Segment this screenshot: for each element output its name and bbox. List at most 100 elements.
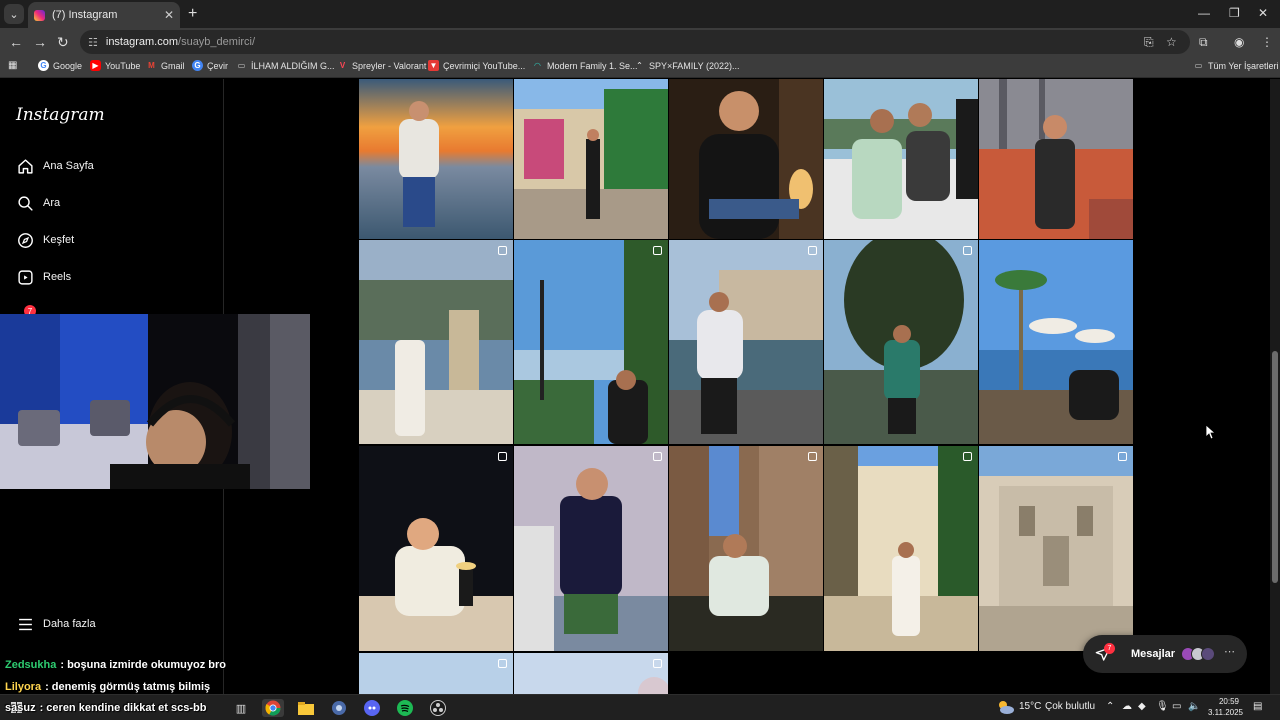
- post-thumbnail[interactable]: [979, 446, 1133, 651]
- clock-date[interactable]: 3.11.2025: [1203, 708, 1243, 717]
- app-icon[interactable]: [328, 699, 350, 717]
- hamburger-menu-icon: [16, 615, 34, 633]
- weather-desc[interactable]: Çok bulutlu: [1045, 701, 1095, 712]
- post-thumbnail[interactable]: [669, 240, 823, 444]
- reels-icon: [16, 268, 34, 286]
- bookmark-folder-ilham[interactable]: ▭ İLHAM ALDIĞIM G...: [236, 60, 335, 71]
- bookmark-translate[interactable]: G Çevir: [192, 60, 228, 71]
- post-thumbnail[interactable]: [514, 653, 668, 694]
- site-info-icon[interactable]: ☷: [88, 36, 98, 49]
- post-thumbnail[interactable]: [514, 446, 668, 651]
- post-thumbnail[interactable]: [824, 240, 978, 444]
- tool-icon: ▼: [428, 60, 439, 71]
- profile-icon[interactable]: ◉: [1234, 35, 1244, 49]
- menu-icon[interactable]: ⋮: [1261, 35, 1273, 49]
- extensions-icon[interactable]: ⧉: [1199, 35, 1208, 50]
- nav-label: Ara: [43, 197, 61, 209]
- nav-home[interactable]: Ana Sayfa: [16, 157, 94, 175]
- post-thumbnail[interactable]: [824, 79, 978, 239]
- carousel-icon: [808, 452, 817, 461]
- avatar: [1201, 647, 1215, 661]
- carousel-icon: [808, 246, 817, 255]
- bookmark-modern-family[interactable]: ◠ Modern Family 1. Se...: [532, 60, 637, 71]
- nav-reels[interactable]: Reels: [16, 268, 71, 286]
- spotify-icon[interactable]: [394, 699, 416, 717]
- volume-icon[interactable]: 🔈: [1188, 701, 1200, 712]
- bookmark-gmail[interactable]: M Gmail: [146, 60, 184, 71]
- tray-expand-icon[interactable]: ⌃: [1106, 701, 1114, 712]
- tray-app-icon[interactable]: ◆: [1138, 701, 1146, 712]
- chat-text: : ceren kendine dikkat et scs-bb: [39, 702, 207, 714]
- post-thumbnail[interactable]: [824, 446, 978, 651]
- reload-icon[interactable]: ↻: [57, 34, 69, 51]
- nav-label: Keşfet: [43, 234, 75, 246]
- task-view-icon[interactable]: ▥: [230, 699, 252, 717]
- weather-icon[interactable]: [996, 699, 1014, 718]
- carousel-icon: [1118, 452, 1127, 461]
- post-thumbnail[interactable]: [359, 653, 513, 694]
- bookmark-star-icon[interactable]: ☆: [1166, 35, 1177, 49]
- carousel-icon: [963, 452, 972, 461]
- search-icon: [16, 194, 34, 212]
- file-explorer-icon[interactable]: [295, 699, 317, 717]
- clock-time[interactable]: 20:59: [1207, 697, 1239, 706]
- discord-icon[interactable]: [361, 699, 383, 717]
- translate-icon: G: [192, 60, 203, 71]
- post-thumbnail[interactable]: [359, 240, 513, 444]
- back-icon[interactable]: ←: [9, 34, 23, 50]
- forward-icon[interactable]: →: [33, 34, 47, 50]
- nav-explore[interactable]: Keşfet: [16, 231, 74, 249]
- post-thumbnail[interactable]: [979, 240, 1133, 444]
- weather-temp[interactable]: 15°C: [1019, 701, 1041, 712]
- tab-instagram[interactable]: (7) Instagram ✕: [28, 2, 180, 28]
- explore-icon: [16, 231, 34, 249]
- post-thumbnail[interactable]: [359, 79, 513, 239]
- minimize-icon[interactable]: —: [1198, 6, 1210, 20]
- bookmark-valorant[interactable]: V Spreyler - Valorant: [337, 60, 427, 71]
- chrome-icon[interactable]: [262, 699, 284, 717]
- bookmark-label: Çevir: [207, 60, 229, 71]
- profile-post-grid: [359, 79, 1134, 694]
- post-thumbnail[interactable]: [979, 79, 1133, 239]
- post-thumbnail[interactable]: [514, 240, 668, 444]
- tray-app-icon[interactable]: ☁: [1122, 701, 1132, 712]
- post-thumbnail[interactable]: [669, 79, 823, 239]
- nav-search[interactable]: Ara: [16, 194, 60, 212]
- all-bookmarks-folder[interactable]: ▭ Tüm Yer İşaretleri: [1193, 60, 1279, 71]
- bookmark-label: Spreyler - Valorant: [352, 60, 427, 71]
- install-app-icon[interactable]: ⎘: [1144, 35, 1154, 50]
- bookmark-spy-family[interactable]: ⌃ SPY×FAMILY (2022)...: [634, 60, 739, 71]
- nav-more[interactable]: Daha fazla: [16, 615, 96, 633]
- post-thumbnail[interactable]: [669, 446, 823, 651]
- new-tab-button[interactable]: +: [188, 5, 197, 23]
- scrollbar-thumb[interactable]: [1272, 351, 1278, 583]
- post-thumbnail[interactable]: [359, 446, 513, 651]
- bookmark-google[interactable]: G Google: [38, 60, 82, 71]
- microphone-icon[interactable]: 🎙: [1156, 701, 1169, 712]
- notifications-icon[interactable]: ▤: [1253, 701, 1262, 712]
- instagram-logo[interactable]: Instagram: [16, 105, 105, 125]
- post-thumbnail[interactable]: [514, 79, 668, 239]
- bookmarks-bar: ▦ G Google ▶ YouTube M Gmail G Çevir ▭ İLHAM …: [0, 56, 1280, 78]
- bookmark-youtube-tool[interactable]: ▼ Çevrimiçi YouTube...: [428, 60, 525, 71]
- messages-button[interactable]: 7 Mesajlar ⋯: [1083, 635, 1247, 673]
- tab-close-icon[interactable]: ✕: [164, 8, 174, 22]
- carousel-icon: [963, 246, 972, 255]
- carousel-icon: [653, 246, 662, 255]
- close-window-icon[interactable]: ✕: [1258, 6, 1268, 20]
- tab-search-button[interactable]: ⌄: [4, 4, 24, 24]
- chat-username: sasuz: [5, 702, 36, 714]
- page-scrollbar[interactable]: [1270, 79, 1280, 694]
- carousel-icon: [498, 659, 507, 668]
- obs-icon[interactable]: [427, 699, 449, 717]
- bookmark-label: SPY×FAMILY (2022)...: [649, 60, 740, 71]
- network-icon[interactable]: ▭: [1172, 701, 1181, 712]
- restore-icon[interactable]: ❐: [1229, 6, 1240, 20]
- tab-title: (7) Instagram: [52, 9, 118, 21]
- apps-icon[interactable]: ▦: [8, 60, 17, 71]
- more-icon[interactable]: ⋯: [1224, 645, 1235, 658]
- chat-text: : denemiş görmüş tatmış bilmiş: [45, 681, 211, 693]
- address-bar[interactable]: ☷ instagram.com /suayb_demirci/: [80, 30, 1190, 54]
- stream-icon: ◠: [534, 61, 541, 70]
- bookmark-youtube[interactable]: ▶ YouTube: [90, 60, 140, 71]
